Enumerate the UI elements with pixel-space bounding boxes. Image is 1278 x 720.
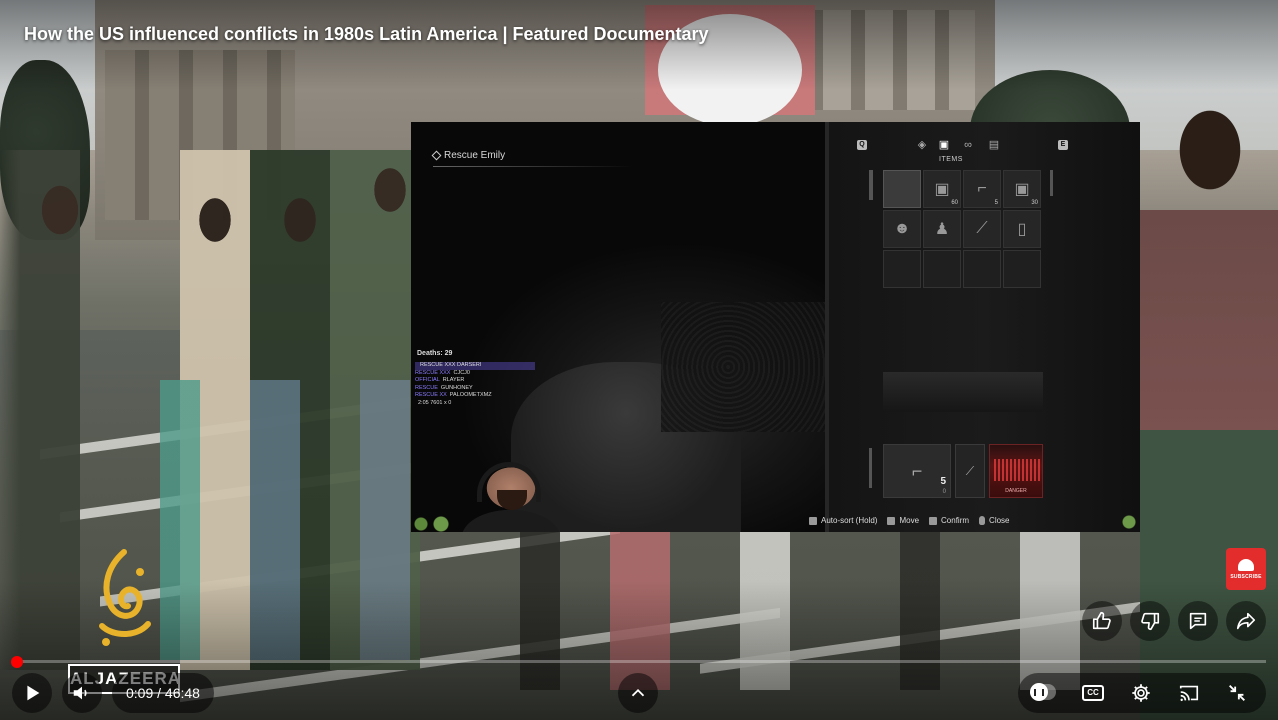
item-description-box [883,372,1043,412]
grid-scroll-right [1050,170,1053,196]
objective: Rescue Emily [431,150,506,161]
comments-icon [1189,612,1207,630]
expand-button[interactable] [618,673,658,713]
chevron-up-icon [631,688,645,697]
health-ecg: DANGER [989,444,1043,498]
link-tab-icon: ∞ [964,139,972,151]
share-icon [1236,612,1256,630]
inventory-slot [1003,250,1041,288]
ecg-wave [994,459,1040,481]
ammo-count: 5 [940,476,946,487]
cast-icon [1179,685,1199,702]
hint-confirm: Confirm [929,516,969,525]
time-separator: / [153,685,165,701]
stream-chat: RESCUE XXX DARSERI RESCUE XXX CJCJ0 OFFIC… [415,362,535,407]
like-icon [1092,611,1111,630]
equipped-handgun-icon: ⌐ 5 0 [883,444,951,498]
death-counter: Deaths: 29 [417,350,453,357]
equip-side-bar [869,448,872,488]
dislike-icon [1141,612,1160,631]
inventory-slot [883,170,921,208]
subscribe-button[interactable]: SUBSCRIBE [1226,548,1266,590]
items-tab-label: ITEMS [939,156,963,163]
duration: 46:48 [164,685,200,701]
hint-close: Close [979,516,1010,525]
aljazeera-logo-icon[interactable] [88,546,160,656]
gear-icon [1132,684,1150,702]
objective-underline [433,166,633,167]
captions-button[interactable]: CC [1082,682,1104,704]
items-tab-icon: ▣ [938,139,950,151]
mask-icon: ☻ [883,210,921,248]
dislike-button[interactable] [1130,601,1170,641]
grid-scroll-left [869,170,873,200]
streamer-webcam [451,458,581,532]
hint-move: Move [887,516,919,525]
key-q-badge: Q [857,140,867,150]
inventory-panel: Q ◈ ▣ ∞ ▤ E ITEMS ▣60 ⌐5 ▣30 ☻ ♟ ⟋ ▯ [829,122,1140,532]
button-prompt-icon [809,516,817,525]
frog-emotes [411,514,457,532]
inventory-slot [883,250,921,288]
button-prompt-icon [887,516,896,525]
ammo-canister-icon: ▣ 60 [923,170,961,208]
player-settings-group: CC [1018,673,1266,713]
volume-icon [73,686,87,700]
embedded-stream: Rescue Emily Deaths: 29 RESCUE XXX DARSE… [411,122,1140,532]
objective-text: Rescue Emily [444,150,506,161]
video-title[interactable]: How the US influenced conflicts in 1980s… [24,24,709,45]
autoplay-toggle[interactable] [1030,683,1056,701]
chat-line: OFFICIAL RLAYER [415,377,465,383]
exit-fullscreen-button[interactable] [1226,682,1248,704]
chat-line: RESCUE XX PALOOMETXMZ [415,392,492,398]
chat-line: RESCUE XXX DARSERI [415,362,535,370]
streamer-beard [497,490,527,510]
bell-icon [1238,558,1254,571]
hint-auto-sort: Auto-sort (Hold) [809,516,877,525]
subscribe-label: SUBSCRIBE [1230,573,1262,580]
files-tab-icon: ▤ [988,139,1000,151]
chat-line: RESCUE GUNHONEY [415,384,473,391]
collapse-icon [1229,685,1245,701]
progress-bar[interactable] [12,660,1266,663]
ammo-box-icon: ▣ 30 [1003,170,1041,208]
time-display: 0:09 / 46:48 [112,673,214,713]
health-status: DANGER [1005,488,1027,494]
comments-button[interactable] [1178,601,1218,641]
chat-line: 2:05 7601 x 0 [418,399,452,406]
objective-diamond-icon [431,150,442,161]
inventory-tabs: Q ◈ ▣ ∞ ▤ E ITEMS [857,138,1089,164]
cast-button[interactable] [1178,682,1200,704]
top-gradient [0,0,1278,90]
handgun-icon: ⌐ 5 [963,170,1001,208]
inventory-slot [923,250,961,288]
ammo-reserve: 0 [942,489,946,495]
play-button[interactable] [12,673,52,713]
pause-icon [1030,683,1048,701]
key-e-badge: E [1058,140,1068,150]
bottle-icon: ▯ [1003,210,1041,248]
progress-scrubber[interactable] [11,656,23,668]
map-tab-icon: ◈ [917,139,927,151]
play-icon [27,685,40,701]
inventory-grid: ▣ 60 ⌐ 5 ▣ 30 ☻ ♟ ⟋ ▯ [883,170,1043,290]
chat-line: RESCUE XXX CJCJ0 [415,369,470,376]
button-prompt-icon [929,516,938,525]
equipment-row: ⌐ 5 0 ⟋ DANGER [883,444,1043,498]
equipped-knife-icon: ⟋ [955,444,985,498]
settings-button[interactable] [1130,682,1152,704]
current-time: 0:09 [126,685,154,701]
inventory-control-hints: Auto-sort (Hold) Move Confirm Close [809,516,1010,525]
syringe-icon: ⟋ [963,210,1001,248]
share-button[interactable] [1226,601,1266,641]
volume-button[interactable] [62,673,102,713]
mouse-icon [979,516,986,525]
inventory-slot [963,250,1001,288]
frog-emote [1120,514,1138,530]
like-button[interactable] [1082,601,1122,641]
figure-icon: ♟ [923,210,961,248]
action-buttons [1082,601,1266,641]
cc-icon: CC [1082,685,1104,701]
